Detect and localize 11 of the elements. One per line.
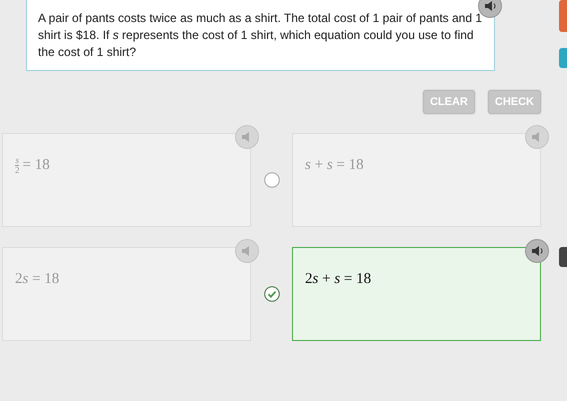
answer-card[interactable]: 2s + s = 18	[292, 247, 541, 341]
answer-card[interactable]: s + s = 18	[292, 133, 541, 227]
equation-text: s + s = 18	[305, 156, 364, 174]
equation-text: 2s = 18	[15, 270, 60, 288]
question-text: A pair of pants costs twice as much as a shirt. The total cost of 1 pair of pants and 1 shirt is $18. If s represents the cost of 1 shirt, which equation could you use to find the cost of 1 shirt?	[38, 11, 482, 59]
equation-text: 2s + s = 18	[305, 270, 372, 288]
check-icon[interactable]	[264, 286, 280, 302]
answer-card[interactable]: 2s = 18	[2, 247, 251, 341]
speaker-icon[interactable]	[525, 239, 549, 263]
radio-button[interactable]	[264, 172, 280, 188]
side-tab[interactable]	[559, 247, 567, 267]
